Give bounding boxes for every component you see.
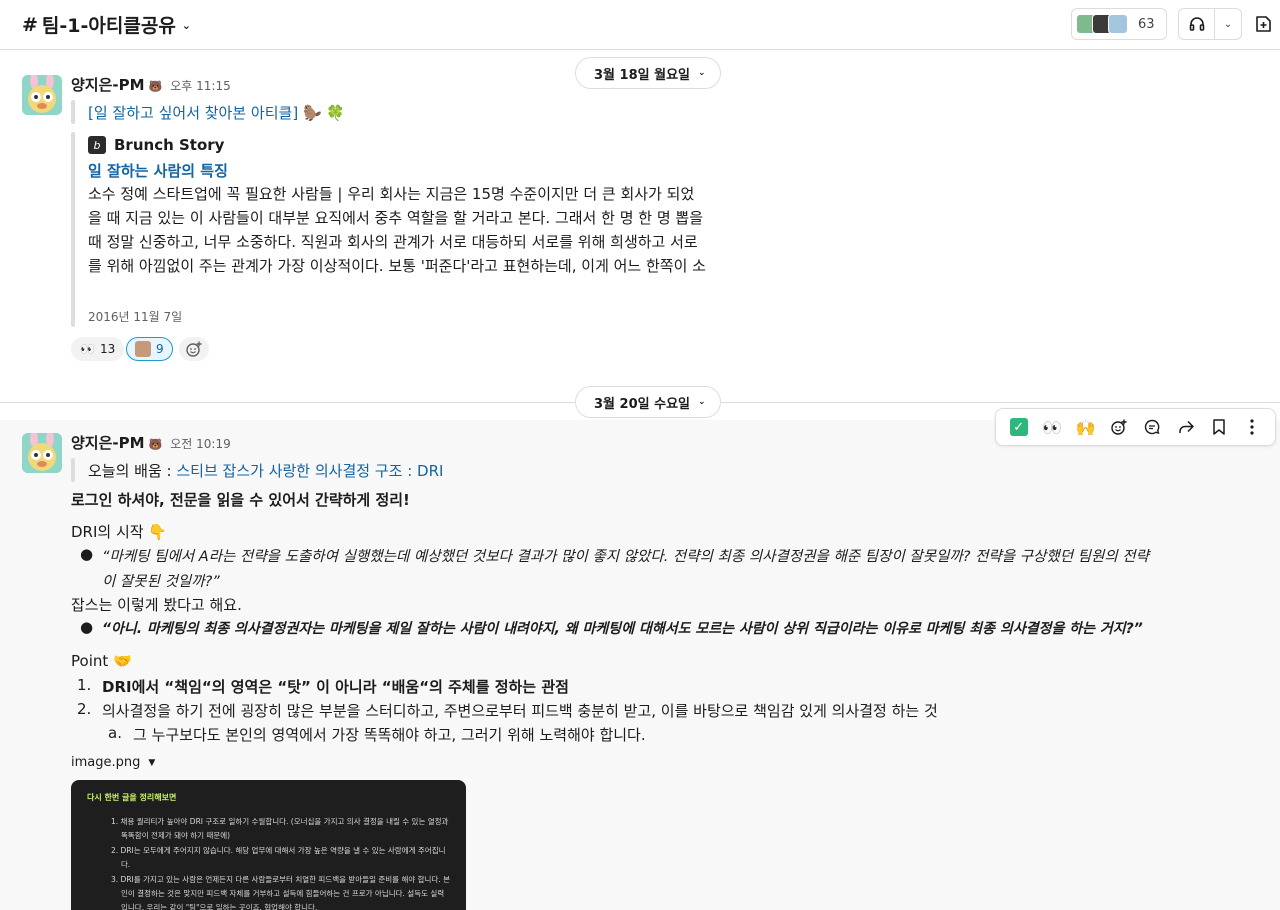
member-list-button[interactable]: 63 <box>1071 8 1167 40</box>
member-avatar <box>1108 14 1128 34</box>
caret-down-icon: ▼ <box>148 757 156 768</box>
channel-header: # 팀-1-아티클공유 ⌄ 63 ⌄ <box>0 0 1280 50</box>
point-down-icon: 👇 <box>148 523 168 541</box>
reaction-eyes-button[interactable]: 👀 <box>1038 413 1066 441</box>
bookmark-icon[interactable] <box>1205 413 1233 441</box>
section-title: DRI의 시작 <box>71 523 144 541</box>
unfurl-bar <box>71 132 75 327</box>
image-list-item: 1. 채용 퀄리티가 높아야 DRI 구조로 일하기 수월합니다. (오너십을 … <box>111 817 449 840</box>
image-title: 다시 한번 글을 정리해보면 <box>87 793 177 802</box>
article-link[interactable]: [일 잘하고 싶어서 찾아본 아티클] <box>88 104 298 122</box>
unfurl-title-link[interactable]: 일 잘하는 사람의 특징 <box>88 160 228 181</box>
message-text: [일 잘하고 싶어서 찾아본 아티클] 🦫 🍀 <box>88 102 345 123</box>
message-header: 양지은-PM 🐻 오전 10:19 <box>71 432 231 453</box>
message-actions-toolbar: ✓ 👀 🙌 <box>995 408 1276 446</box>
message-text: 잡스는 이렇게 봤다고 해요. <box>71 596 242 614</box>
chevron-down-icon[interactable]: ⌄ <box>1215 19 1241 30</box>
check-icon: ✓ <box>1009 418 1028 436</box>
hash-icon: # <box>22 13 38 36</box>
avatar[interactable] <box>22 433 62 473</box>
reaction-raised-hands-button[interactable]: 🙌 <box>1071 413 1099 441</box>
list-item: 의사결정을 하기 전에 굉장히 많은 부분을 스터디하고, 주변으로부터 피드백… <box>102 702 938 720</box>
reply-thread-icon[interactable] <box>1138 413 1166 441</box>
list-number: 1. <box>77 676 92 694</box>
list-number: 2. <box>77 700 92 718</box>
unfurl-date: 2016년 11월 7일 <box>88 310 183 324</box>
quote-prefix: 오늘의 배움 : <box>88 462 177 480</box>
avatar[interactable] <box>22 75 62 115</box>
file-name: image.png <box>71 755 141 770</box>
member-count: 63 <box>1138 16 1155 32</box>
section-heading: DRI의 시작 👇 <box>71 521 167 542</box>
list-letter: a. <box>108 724 122 742</box>
huddle-button[interactable]: ⌄ <box>1178 8 1242 40</box>
date-divider-pill[interactable]: 3월 20일 수요일 ⌄ <box>575 386 721 418</box>
more-actions-icon[interactable] <box>1238 413 1266 441</box>
handshake-icon: 🤝 <box>113 652 132 670</box>
brunch-logo-icon: b <box>88 136 106 154</box>
bullet-text-continued: 이 잘못된 것일까?” <box>102 574 220 590</box>
chevron-down-icon: ⌄ <box>181 19 192 32</box>
sender-name[interactable]: 양지은-PM <box>71 432 145 453</box>
article-link[interactable]: 스티브 잡스가 사랑한 의사결정 구조 : DRI <box>176 462 443 480</box>
date-label: 3월 18일 월요일 <box>594 67 690 83</box>
chevron-down-icon: ⌄ <box>698 397 706 407</box>
status-badge: 🐻 <box>148 80 163 93</box>
quote-text: 오늘의 배움 : 스티브 잡스가 사랑한 의사결정 구조 : DRI <box>88 460 443 481</box>
unfurl-site-name: Brunch Story <box>114 136 225 154</box>
channel-name-button[interactable]: # 팀-1-아티클공유 ⌄ <box>22 11 191 38</box>
bullet-dot: ● <box>80 618 94 636</box>
image-attachment[interactable]: 다시 한번 글을 정리해보면 1. 채용 퀄리티가 높아야 DRI 구조로 일하… <box>71 780 466 910</box>
image-list-item: 2. DRI는 모두에게 주어지지 않습니다. 해당 업무에 대해서 가장 높은… <box>111 846 446 869</box>
forward-icon[interactable] <box>1172 413 1200 441</box>
message-emoji: 🦫 🍀 <box>302 104 346 122</box>
list-item: DRI에서 “책임“의 영역은 “탓” 이 아니라 “배움“의 주체를 정하는 … <box>102 678 569 696</box>
sender-name[interactable]: 양지은-PM <box>71 74 145 95</box>
reaction-count: 13 <box>99 342 116 356</box>
eyes-icon: 👀 <box>80 342 95 356</box>
chevron-down-icon: ⌄ <box>698 68 706 78</box>
custom-emoji-icon <box>135 341 151 357</box>
bullet-text: “마케팅 팀에서 A라는 전략을 도출하여 실행했는데 예상했던 것보다 결과가… <box>102 549 1149 565</box>
summary-text: 로그인 하셔야, 전문을 읽을 수 있어서 간략하게 정리! <box>71 491 410 509</box>
channel-name: 팀-1-아티클공유 <box>41 15 176 37</box>
date-label: 3월 20일 수요일 <box>594 396 690 412</box>
reaction-eyes[interactable]: 👀 13 <box>71 337 125 361</box>
file-attachment-toggle[interactable]: image.png ▼ <box>71 755 155 770</box>
bullet-dot: ● <box>80 545 94 563</box>
reaction-custom[interactable]: 9 <box>126 337 173 361</box>
unfurl-description: 소수 정예 스타트업에 꼭 필요한 사람들 | 우리 회사는 지금은 15명 수… <box>88 185 706 275</box>
quote-bar <box>71 100 75 124</box>
new-canvas-icon[interactable] <box>1250 10 1276 38</box>
add-reaction-icon[interactable] <box>1105 413 1133 441</box>
status-badge: 🐻 <box>148 438 163 451</box>
bullet-text: “아니. 마케팅의 최종 의사결정권자는 마케팅을 제일 잘하는 사람이 내려야… <box>102 621 1143 637</box>
image-list-item: 3. DRI를 가지고 있는 사람은 언제든지 다른 사람들로부터 치열한 피드… <box>111 875 451 910</box>
headphones-icon[interactable] <box>1179 9 1215 39</box>
section-title: Point <box>71 652 109 670</box>
unfurl-site-row: b Brunch Story <box>88 136 224 154</box>
add-reaction-icon <box>186 341 202 357</box>
section-heading: Point 🤝 <box>71 652 132 670</box>
timestamp[interactable]: 오전 10:19 <box>170 435 230 452</box>
reaction-count: 9 <box>156 342 164 356</box>
list-item: 그 누구보다도 본인의 영역에서 가장 똑똑해야 하고, 그러기 위해 노력해야… <box>133 726 646 744</box>
add-reaction-button[interactable] <box>179 337 209 361</box>
quote-bar <box>71 458 75 482</box>
date-divider-pill[interactable]: 3월 18일 월요일 ⌄ <box>575 57 721 89</box>
timestamp[interactable]: 오후 11:15 <box>170 77 230 94</box>
reaction-check-button[interactable]: ✓ <box>1005 413 1033 441</box>
message-header: 양지은-PM 🐻 오후 11:15 <box>71 74 231 95</box>
